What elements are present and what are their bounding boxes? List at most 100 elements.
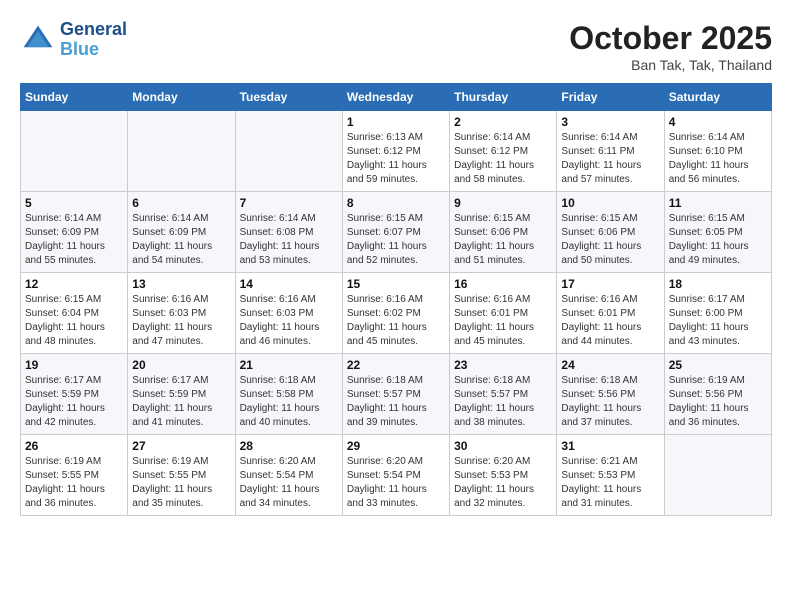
day-info: Sunrise: 6:19 AMSunset: 5:55 PMDaylight:… xyxy=(132,455,230,511)
calendar-cell: 17 Sunrise: 6:16 AMSunset: 6:01 PMDayligh… xyxy=(557,273,664,354)
calendar-cell: 21 Sunrise: 6:18 AMSunset: 5:58 PMDayligh… xyxy=(235,354,342,435)
calendar-week-row: 1 Sunrise: 6:13 AMSunset: 6:12 PMDaylight… xyxy=(21,111,772,192)
calendar-cell: 7 Sunrise: 6:14 AMSunset: 6:08 PMDaylight… xyxy=(235,192,342,273)
logo: GeneralBlue xyxy=(20,20,127,60)
calendar-cell: 3 Sunrise: 6:14 AMSunset: 6:11 PMDaylight… xyxy=(557,111,664,192)
calendar-cell: 12Sunrise: 6:15 AMSunset: 6:04 PMDayligh… xyxy=(21,273,128,354)
day-number: 26 xyxy=(25,439,123,453)
day-info: Sunrise: 6:20 AMSunset: 5:53 PMDaylight:… xyxy=(454,455,552,511)
day-info: Sunrise: 6:18 AMSunset: 5:56 PMDaylight:… xyxy=(561,374,659,430)
day-number: 10 xyxy=(561,196,659,210)
weekday-header-wednesday: Wednesday xyxy=(342,84,449,111)
calendar-cell: 6 Sunrise: 6:14 AMSunset: 6:09 PMDaylight… xyxy=(128,192,235,273)
calendar-week-row: 5 Sunrise: 6:14 AMSunset: 6:09 PMDaylight… xyxy=(21,192,772,273)
calendar-cell xyxy=(21,111,128,192)
day-info: Sunrise: 6:16 AMSunset: 6:01 PMDaylight:… xyxy=(561,293,659,349)
day-number: 28 xyxy=(240,439,338,453)
calendar-cell: 13 Sunrise: 6:16 AMSunset: 6:03 PMDayligh… xyxy=(128,273,235,354)
day-info: Sunrise: 6:16 AMSunset: 6:03 PMDaylight:… xyxy=(132,293,230,349)
calendar-cell: 19Sunrise: 6:17 AMSunset: 5:59 PMDayligh… xyxy=(21,354,128,435)
calendar-cell: 10Sunrise: 6:15 AMSunset: 6:06 PMDayligh… xyxy=(557,192,664,273)
weekday-header-sunday: Sunday xyxy=(21,84,128,111)
day-info: Sunrise: 6:19 AMSunset: 5:56 PMDaylight:… xyxy=(669,374,767,430)
calendar-cell: 2Sunrise: 6:14 AMSunset: 6:12 PMDaylight… xyxy=(450,111,557,192)
calendar-cell: 8 Sunrise: 6:15 AMSunset: 6:07 PMDaylight… xyxy=(342,192,449,273)
day-info: Sunrise: 6:18 AMSunset: 5:57 PMDaylight:… xyxy=(454,374,552,430)
day-info: Sunrise: 6:18 AMSunset: 5:58 PMDaylight:… xyxy=(240,374,338,430)
day-number: 8 xyxy=(347,196,445,210)
calendar-cell: 29Sunrise: 6:20 AMSunset: 5:54 PMDayligh… xyxy=(342,435,449,516)
calendar-header-row: SundayMondayTuesdayWednesdayThursdayFrid… xyxy=(21,84,772,111)
day-number: 1 xyxy=(347,115,445,129)
calendar-cell: 4 Sunrise: 6:14 AMSunset: 6:10 PMDaylight… xyxy=(664,111,771,192)
calendar-cell: 16 Sunrise: 6:16 AMSunset: 6:01 PMDayligh… xyxy=(450,273,557,354)
day-number: 17 xyxy=(561,277,659,291)
day-info: Sunrise: 6:18 AMSunset: 5:57 PMDaylight:… xyxy=(347,374,445,430)
day-number: 30 xyxy=(454,439,552,453)
day-number: 7 xyxy=(240,196,338,210)
calendar-cell: 14Sunrise: 6:16 AMSunset: 6:03 PMDayligh… xyxy=(235,273,342,354)
logo-icon xyxy=(20,22,56,58)
day-info: Sunrise: 6:14 AMSunset: 6:11 PMDaylight:… xyxy=(561,131,659,187)
day-number: 15 xyxy=(347,277,445,291)
weekday-header-saturday: Saturday xyxy=(664,84,771,111)
day-number: 20 xyxy=(132,358,230,372)
calendar-cell xyxy=(664,435,771,516)
day-number: 21 xyxy=(240,358,338,372)
weekday-header-tuesday: Tuesday xyxy=(235,84,342,111)
day-info: Sunrise: 6:17 AMSunset: 6:00 PMDaylight:… xyxy=(669,293,767,349)
calendar-cell: 11 Sunrise: 6:15 AMSunset: 6:05 PMDayligh… xyxy=(664,192,771,273)
day-number: 11 xyxy=(669,196,767,210)
calendar-cell: 1 Sunrise: 6:13 AMSunset: 6:12 PMDaylight… xyxy=(342,111,449,192)
weekday-header-thursday: Thursday xyxy=(450,84,557,111)
day-number: 16 xyxy=(454,277,552,291)
day-number: 5 xyxy=(25,196,123,210)
day-info: Sunrise: 6:14 AMSunset: 6:12 PMDaylight:… xyxy=(454,131,552,187)
day-number: 24 xyxy=(561,358,659,372)
calendar-cell xyxy=(235,111,342,192)
day-number: 9 xyxy=(454,196,552,210)
day-info: Sunrise: 6:20 AMSunset: 5:54 PMDaylight:… xyxy=(240,455,338,511)
day-info: Sunrise: 6:15 AMSunset: 6:04 PMDaylight:… xyxy=(25,293,123,349)
day-number: 4 xyxy=(669,115,767,129)
day-number: 13 xyxy=(132,277,230,291)
day-info: Sunrise: 6:16 AMSunset: 6:02 PMDaylight:… xyxy=(347,293,445,349)
calendar-cell: 20 Sunrise: 6:17 AMSunset: 5:59 PMDayligh… xyxy=(128,354,235,435)
day-info: Sunrise: 6:17 AMSunset: 5:59 PMDaylight:… xyxy=(25,374,123,430)
day-info: Sunrise: 6:21 AMSunset: 5:53 PMDaylight:… xyxy=(561,455,659,511)
day-info: Sunrise: 6:14 AMSunset: 6:09 PMDaylight:… xyxy=(25,212,123,268)
day-number: 22 xyxy=(347,358,445,372)
day-info: Sunrise: 6:13 AMSunset: 6:12 PMDaylight:… xyxy=(347,131,445,187)
calendar-week-row: 26 Sunrise: 6:19 AMSunset: 5:55 PMDayligh… xyxy=(21,435,772,516)
calendar-cell: 15 Sunrise: 6:16 AMSunset: 6:02 PMDayligh… xyxy=(342,273,449,354)
calendar-cell: 24 Sunrise: 6:18 AMSunset: 5:56 PMDayligh… xyxy=(557,354,664,435)
day-info: Sunrise: 6:15 AMSunset: 6:06 PMDaylight:… xyxy=(454,212,552,268)
day-info: Sunrise: 6:14 AMSunset: 6:10 PMDaylight:… xyxy=(669,131,767,187)
day-info: Sunrise: 6:19 AMSunset: 5:55 PMDaylight:… xyxy=(25,455,123,511)
calendar-cell: 30 Sunrise: 6:20 AMSunset: 5:53 PMDayligh… xyxy=(450,435,557,516)
day-number: 23 xyxy=(454,358,552,372)
calendar-cell: 5 Sunrise: 6:14 AMSunset: 6:09 PMDaylight… xyxy=(21,192,128,273)
day-number: 27 xyxy=(132,439,230,453)
day-info: Sunrise: 6:15 AMSunset: 6:07 PMDaylight:… xyxy=(347,212,445,268)
day-info: Sunrise: 6:17 AMSunset: 5:59 PMDaylight:… xyxy=(132,374,230,430)
logo-text: GeneralBlue xyxy=(60,20,127,60)
calendar-week-row: 12Sunrise: 6:15 AMSunset: 6:04 PMDayligh… xyxy=(21,273,772,354)
calendar-cell: 27 Sunrise: 6:19 AMSunset: 5:55 PMDayligh… xyxy=(128,435,235,516)
location: Ban Tak, Tak, Thailand xyxy=(569,57,772,73)
day-info: Sunrise: 6:14 AMSunset: 6:08 PMDaylight:… xyxy=(240,212,338,268)
day-info: Sunrise: 6:14 AMSunset: 6:09 PMDaylight:… xyxy=(132,212,230,268)
month-title: October 2025 xyxy=(569,20,772,57)
day-info: Sunrise: 6:15 AMSunset: 6:05 PMDaylight:… xyxy=(669,212,767,268)
day-number: 14 xyxy=(240,277,338,291)
calendar-week-row: 19Sunrise: 6:17 AMSunset: 5:59 PMDayligh… xyxy=(21,354,772,435)
day-info: Sunrise: 6:16 AMSunset: 6:01 PMDaylight:… xyxy=(454,293,552,349)
calendar-cell: 18Sunrise: 6:17 AMSunset: 6:00 PMDayligh… xyxy=(664,273,771,354)
day-number: 31 xyxy=(561,439,659,453)
day-number: 6 xyxy=(132,196,230,210)
weekday-header-monday: Monday xyxy=(128,84,235,111)
calendar-cell: 22 Sunrise: 6:18 AMSunset: 5:57 PMDayligh… xyxy=(342,354,449,435)
day-number: 25 xyxy=(669,358,767,372)
title-area: October 2025 Ban Tak, Tak, Thailand xyxy=(569,20,772,73)
day-number: 3 xyxy=(561,115,659,129)
